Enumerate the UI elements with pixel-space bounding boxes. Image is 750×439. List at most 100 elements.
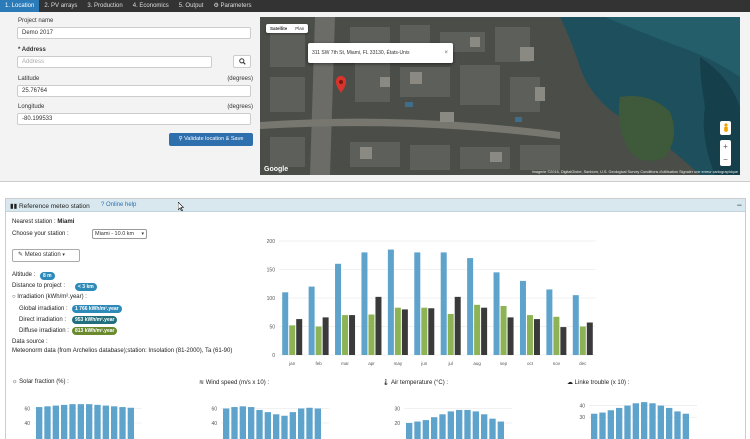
diffuse-irradiation-label: Diffuse irradiation : xyxy=(19,328,69,334)
project-name-input[interactable]: Demo 2017 xyxy=(17,27,251,39)
y-tick-label: 60 xyxy=(24,407,30,413)
map-marker-icon: ⚲ xyxy=(178,136,183,142)
data-source-label: Data source : xyxy=(12,339,48,345)
online-help-link[interactable]: ? Online help xyxy=(101,202,136,208)
mini-bar xyxy=(273,414,280,439)
y-tick-label: 20 xyxy=(394,421,400,427)
longitude-label: Longitude xyxy=(18,104,45,110)
y-tick-label: 100 xyxy=(267,296,276,302)
mini-bar xyxy=(306,407,313,439)
bar-jun-series-0 xyxy=(414,252,421,355)
bar-may-series-0 xyxy=(387,249,394,355)
mini-bar xyxy=(298,408,305,439)
solar-fraction-title: ☼ Solar fraction (%) : xyxy=(12,379,69,385)
validate-location-button[interactable]: ⚲ Validate location & Save xyxy=(169,133,253,146)
address-input[interactable]: Address xyxy=(17,56,212,68)
caret-down-icon: ▾ xyxy=(62,252,65,258)
y-tick-label: 200 xyxy=(267,239,276,245)
bar-jul-series-1 xyxy=(447,313,454,355)
tab-parameters[interactable]: ⚙ Parameters xyxy=(208,0,256,12)
zoom-in-button[interactable]: + xyxy=(720,140,731,153)
tab-production[interactable]: 3. Production xyxy=(82,0,127,12)
x-tick-label: dec xyxy=(579,361,587,366)
mini-bar xyxy=(666,407,673,439)
collapse-button[interactable]: − xyxy=(737,200,742,210)
address-label-text: Address xyxy=(21,47,46,53)
mini-bar xyxy=(414,421,421,439)
map-attribution[interactable]: Imagerie ©2016, DigitalGlobe, Sanborn, U… xyxy=(532,170,738,174)
meteo-panel-title: ▮▮ Reference meteo station xyxy=(10,202,90,210)
air-temperature-chart: 30 20 xyxy=(394,407,512,439)
solar-fraction-title-text: Solar fraction (%) : xyxy=(19,379,69,385)
latitude-input[interactable]: 25.76764 xyxy=(17,85,251,97)
mini-bar xyxy=(591,413,598,439)
station-select[interactable]: Miami - 10.0 km ▾ xyxy=(92,229,147,239)
mini-bar xyxy=(44,406,51,439)
distance-badge: < 3 km xyxy=(75,283,97,291)
cloud-icon: ☁ xyxy=(567,380,573,386)
bar-aug-series-2 xyxy=(481,307,488,355)
satellite-map[interactable]: Satellite Plan 311 SW 7th St, Miami, FL … xyxy=(260,17,740,175)
mini-bar xyxy=(231,407,238,439)
street-view-figure xyxy=(723,123,728,132)
zoom-out-button[interactable]: − xyxy=(720,153,731,166)
mini-bar xyxy=(36,407,43,439)
thermometer-icon: 🌡 xyxy=(382,380,390,386)
mini-bar xyxy=(657,405,664,439)
longitude-unit: (degrees) xyxy=(227,104,253,110)
bar-aug-series-0 xyxy=(467,258,474,355)
x-tick-label: oct xyxy=(527,361,534,366)
radio-icon[interactable]: ○ xyxy=(12,294,16,300)
meteo-station-button[interactable]: ✎ Meteo station ▾ xyxy=(12,249,80,262)
mini-bar xyxy=(406,423,413,439)
bar-jan-series-2 xyxy=(296,319,303,355)
bar-apr-series-1 xyxy=(368,314,375,355)
bar-oct-series-1 xyxy=(526,315,533,355)
map-type-plan[interactable]: Plan xyxy=(291,24,308,33)
x-tick-label: jul xyxy=(447,361,453,366)
x-tick-label: may xyxy=(394,361,403,366)
x-tick-label: jun xyxy=(420,361,428,366)
wind-speed-title-text: Wind speed (m/s x 10) : xyxy=(205,380,270,386)
mini-bar xyxy=(119,407,126,439)
sun-icon: ☼ xyxy=(12,379,18,385)
close-icon[interactable]: × xyxy=(444,43,448,63)
bar-mar-series-0 xyxy=(335,263,342,355)
linke-trouble-title-text: Linke trouble (x 10) : xyxy=(574,380,630,386)
monthly-irradiation-chart: 0 50 100 150 200 jan feb mar apr may jun jul aug sep o… xyxy=(267,239,596,366)
air-temperature-title-text: Air temperature (°C) : xyxy=(390,380,449,386)
bar-nov-series-2 xyxy=(560,327,567,355)
bar-may-series-2 xyxy=(401,309,408,355)
tab-pv-arrays[interactable]: 2. PV arrays xyxy=(39,0,82,12)
bar-mar-series-1 xyxy=(342,315,349,355)
y-tick-label: 30 xyxy=(579,415,585,421)
tab-parameters-label: Parameters xyxy=(220,3,252,9)
data-source-value: Meteonorm data (from Archelios database)… xyxy=(12,348,233,354)
bar-dec-series-0 xyxy=(572,295,579,355)
pegman-icon[interactable] xyxy=(720,121,731,135)
x-tick-label: mar xyxy=(341,361,349,366)
air-temperature-title: 🌡 Air temperature (°C) : xyxy=(382,379,448,386)
solar-fraction-chart: 60 40 xyxy=(24,404,142,439)
tab-economics[interactable]: 4. Economics xyxy=(128,0,174,12)
tab-output[interactable]: 5. Output xyxy=(174,0,209,12)
search-button[interactable] xyxy=(233,55,251,68)
global-irradiation-badge: 1 766 kWh/m².year xyxy=(72,305,122,313)
x-tick-label: sep xyxy=(500,361,508,366)
mouse-cursor-icon xyxy=(178,202,184,211)
y-tick-label: 40 xyxy=(24,421,30,427)
distance-label: Distance to project : xyxy=(12,283,66,289)
bar-apr-series-2 xyxy=(375,296,382,355)
map-type-satellite[interactable]: Satellite xyxy=(266,24,291,33)
address-popup-text: 311 SW 7th St, Miami, FL 33130, États-Un… xyxy=(312,50,410,56)
meteo-title-text: Reference meteo station xyxy=(18,203,90,210)
bar-sep-series-2 xyxy=(507,317,514,355)
tab-location[interactable]: 1. Location xyxy=(0,0,40,12)
mini-bar xyxy=(456,409,463,439)
bar-oct-series-2 xyxy=(533,319,540,355)
mini-bar xyxy=(111,406,118,439)
mini-bar xyxy=(447,411,454,439)
longitude-input[interactable]: -80.199533 xyxy=(17,113,251,125)
y-tick-label: 30 xyxy=(394,407,400,413)
nearest-station-row: Nearest station : Miami xyxy=(12,219,74,225)
